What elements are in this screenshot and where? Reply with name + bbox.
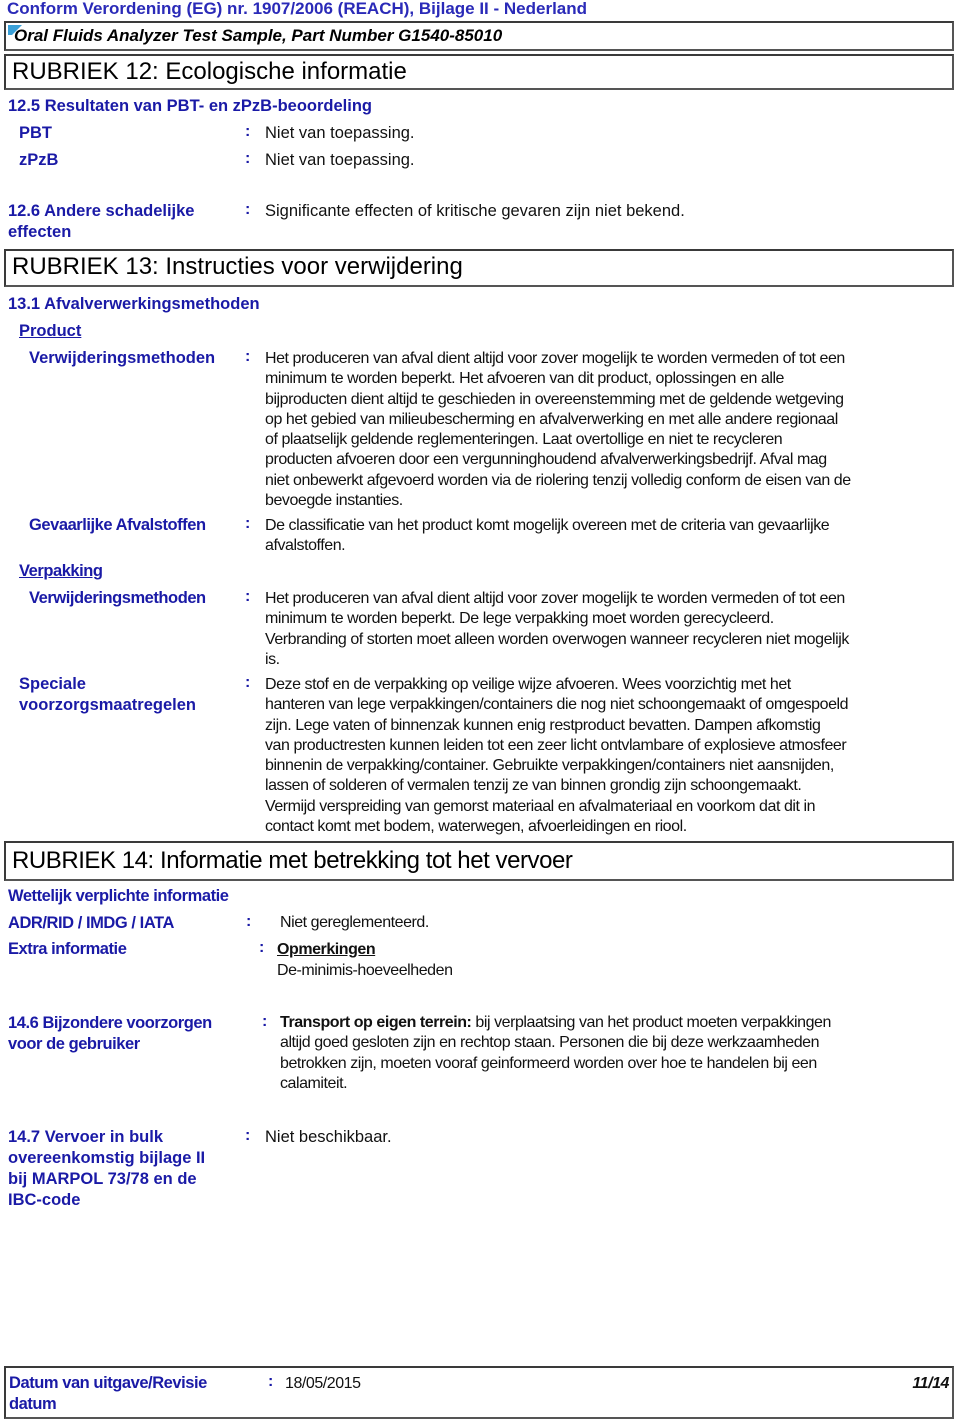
- special-precautions-label-line1: Speciale: [19, 675, 86, 693]
- separator: :: [268, 1373, 274, 1390]
- text-line: of plaatselijk geldende reglementeringen…: [265, 431, 783, 449]
- packaging-disposal-methods-label: Verwijderingsmethoden: [29, 589, 206, 607]
- subsection-13-1-heading: 13.1 Afvalverwerkingsmethoden: [8, 295, 260, 313]
- text-line: op het gebied van milieubescherming en a…: [265, 410, 838, 428]
- separator: :: [245, 515, 251, 532]
- section-14-header: RUBRIEK 14: Informatie met betrekking to…: [4, 841, 954, 881]
- text-line: Het produceren van afval dient altijd vo…: [265, 350, 845, 367]
- extra-info-value: De-minimis-hoeveelheden: [277, 962, 453, 979]
- issue-date-label-line2: datum: [9, 1395, 57, 1413]
- text-line: De classificatie van het product komt mo…: [265, 517, 830, 534]
- hazardous-waste-label: Gevaarlijke Afvalstoffen: [29, 516, 206, 534]
- footer-box: Datum van uitgave/Revisie datum : 18/05/…: [4, 1366, 954, 1419]
- separator: :: [262, 1013, 268, 1030]
- subsection-12-6-label-line1: 12.6 Andere schadelijke: [8, 202, 195, 220]
- separator: :: [245, 1127, 251, 1144]
- hazardous-waste-text: De classificatie van het product komt mo…: [265, 516, 830, 557]
- subsection-14-7-label-line1: 14.7 Vervoer in bulk: [8, 1128, 163, 1146]
- text-line: niet onbewerkt afgevoerd worden via de r…: [265, 471, 851, 489]
- subsection-14-7-label-line3: bij MARPOL 73/78 en de: [8, 1170, 197, 1188]
- subsection-14-7-label-line4: IBC-code: [8, 1191, 81, 1209]
- text-line: van productresten kunnen leiden tot een …: [265, 736, 847, 754]
- special-precautions-text: Deze stof en de verpakking op veilige wi…: [265, 675, 849, 837]
- adr-rid-imdg-iata-value: Niet gereglementeerd.: [280, 914, 429, 931]
- section-13-title: RUBRIEK 13: Instructies voor verwijderin…: [12, 253, 463, 280]
- subsection-14-6-label-line1: 14.6 Bijzondere voorzorgen: [8, 1014, 212, 1032]
- adr-rid-imdg-iata-label: ADR/RID / IMDG / IATA: [8, 914, 174, 932]
- transport-lead: Transport op eigen terrein:: [280, 1014, 472, 1031]
- subsection-14-7-value: Niet beschikbaar.: [265, 1128, 392, 1146]
- separator: :: [245, 123, 251, 140]
- text-line: calamiteit.: [280, 1074, 348, 1092]
- issue-date-label-line1: Datum van uitgave/Revisie: [9, 1374, 207, 1392]
- separator: :: [245, 674, 251, 691]
- subsection-12-6-label-line2: effecten: [8, 223, 72, 241]
- product-name: Oral Fluids Analyzer Test Sample, Part N…: [14, 26, 503, 45]
- packaging-heading: Verpakking: [19, 562, 103, 580]
- section-14-title: RUBRIEK 14: Informatie met betrekking to…: [12, 847, 573, 874]
- text-line: Verbranding of storten moet alleen worde…: [265, 630, 849, 648]
- text-line: altijd goed gesloten zijn en rechtop sta…: [280, 1034, 820, 1052]
- section-12-title: RUBRIEK 12: Ecologische informatie: [12, 58, 407, 85]
- issue-date-value: 18/05/2015: [285, 1375, 361, 1392]
- section-13-header: RUBRIEK 13: Instructies voor verwijderin…: [4, 249, 954, 287]
- separator: :: [246, 913, 252, 930]
- separator: :: [245, 150, 251, 167]
- subsection-14-6-text: Transport op eigen terrein: bij verplaat…: [280, 1013, 831, 1094]
- subsection-12-5-heading: 12.5 Resultaten van PBT- en zPzB-beoorde…: [8, 97, 372, 115]
- zpzb-label: zPzB: [19, 151, 59, 169]
- product-heading: Product: [19, 322, 82, 340]
- subsection-14-7-label-line2: overeenkomstig bijlage II: [8, 1149, 206, 1167]
- separator: :: [245, 201, 251, 218]
- text-line: Vermijd verspreiding van gemorst materia…: [265, 797, 816, 815]
- text-line: hanteren van lege verpakkingen/container…: [265, 696, 849, 714]
- text-line: bijproducten dient altijd te geschieden …: [265, 390, 844, 408]
- text-line: zijn. Lege vaten of binnenzak kunnen eni…: [265, 716, 821, 734]
- zpzb-value: Niet van toepassing.: [265, 151, 415, 169]
- subsection-12-6-value: Significante effecten of kritische gevar…: [265, 202, 685, 220]
- section-12-header: RUBRIEK 12: Ecologische informatie: [4, 54, 954, 90]
- product-disposal-methods-label: Verwijderingsmethoden: [29, 349, 216, 367]
- text-line: Deze stof en de verpakking op veilige wi…: [265, 676, 791, 693]
- pbt-value: Niet van toepassing.: [265, 124, 415, 142]
- separator: :: [245, 588, 251, 605]
- text-line: afvalstoffen.: [265, 537, 346, 555]
- text-line: is.: [265, 650, 280, 668]
- pbt-label: PBT: [19, 124, 52, 142]
- text-line: bevoegde instanties.: [265, 492, 403, 510]
- text-line: Transport op eigen terrein: bij verplaat…: [280, 1013, 831, 1033]
- regulation-title: Conform Verordening (EG) nr. 1907/2006 (…: [7, 0, 588, 18]
- text-line: minimum te worden beperkt. Het afvoeren …: [265, 370, 784, 388]
- text-line: lassen of solderen of vermalen tenzij ze…: [265, 777, 802, 795]
- text-line: minimum te worden beperkt. De lege verpa…: [265, 610, 774, 628]
- text-line: Het produceren van afval dient altijd vo…: [265, 590, 845, 607]
- text-line: binnenin de verpakking/container. Gebrui…: [265, 757, 834, 775]
- page-number: 11/14: [912, 1375, 949, 1392]
- text-line: contact komt met bodem, waterwegen, afvo…: [265, 818, 687, 836]
- product-name-box: Oral Fluids Analyzer Test Sample, Part N…: [4, 21, 954, 51]
- text-line: producten afvoeren door een vergunningho…: [265, 451, 827, 469]
- special-precautions-label-line2: voorzorgsmaatregelen: [19, 696, 196, 714]
- subsection-14-6-label-line2: voor de gebruiker: [8, 1035, 140, 1053]
- remarks-heading: Opmerkingen: [277, 941, 376, 958]
- transport-rest: bij verplaatsing van het product moeten …: [471, 1014, 831, 1031]
- extra-info-label: Extra informatie: [8, 940, 127, 958]
- packaging-disposal-methods-text: Het produceren van afval dient altijd vo…: [265, 589, 849, 670]
- separator: :: [245, 348, 251, 365]
- separator: :: [259, 939, 265, 956]
- legal-info-heading: Wettelijk verplichte informatie: [8, 887, 229, 905]
- text-line: betrokken zijn, moeten vooraf geinformee…: [280, 1054, 817, 1072]
- product-disposal-methods-text: Het produceren van afval dient altijd vo…: [265, 349, 851, 511]
